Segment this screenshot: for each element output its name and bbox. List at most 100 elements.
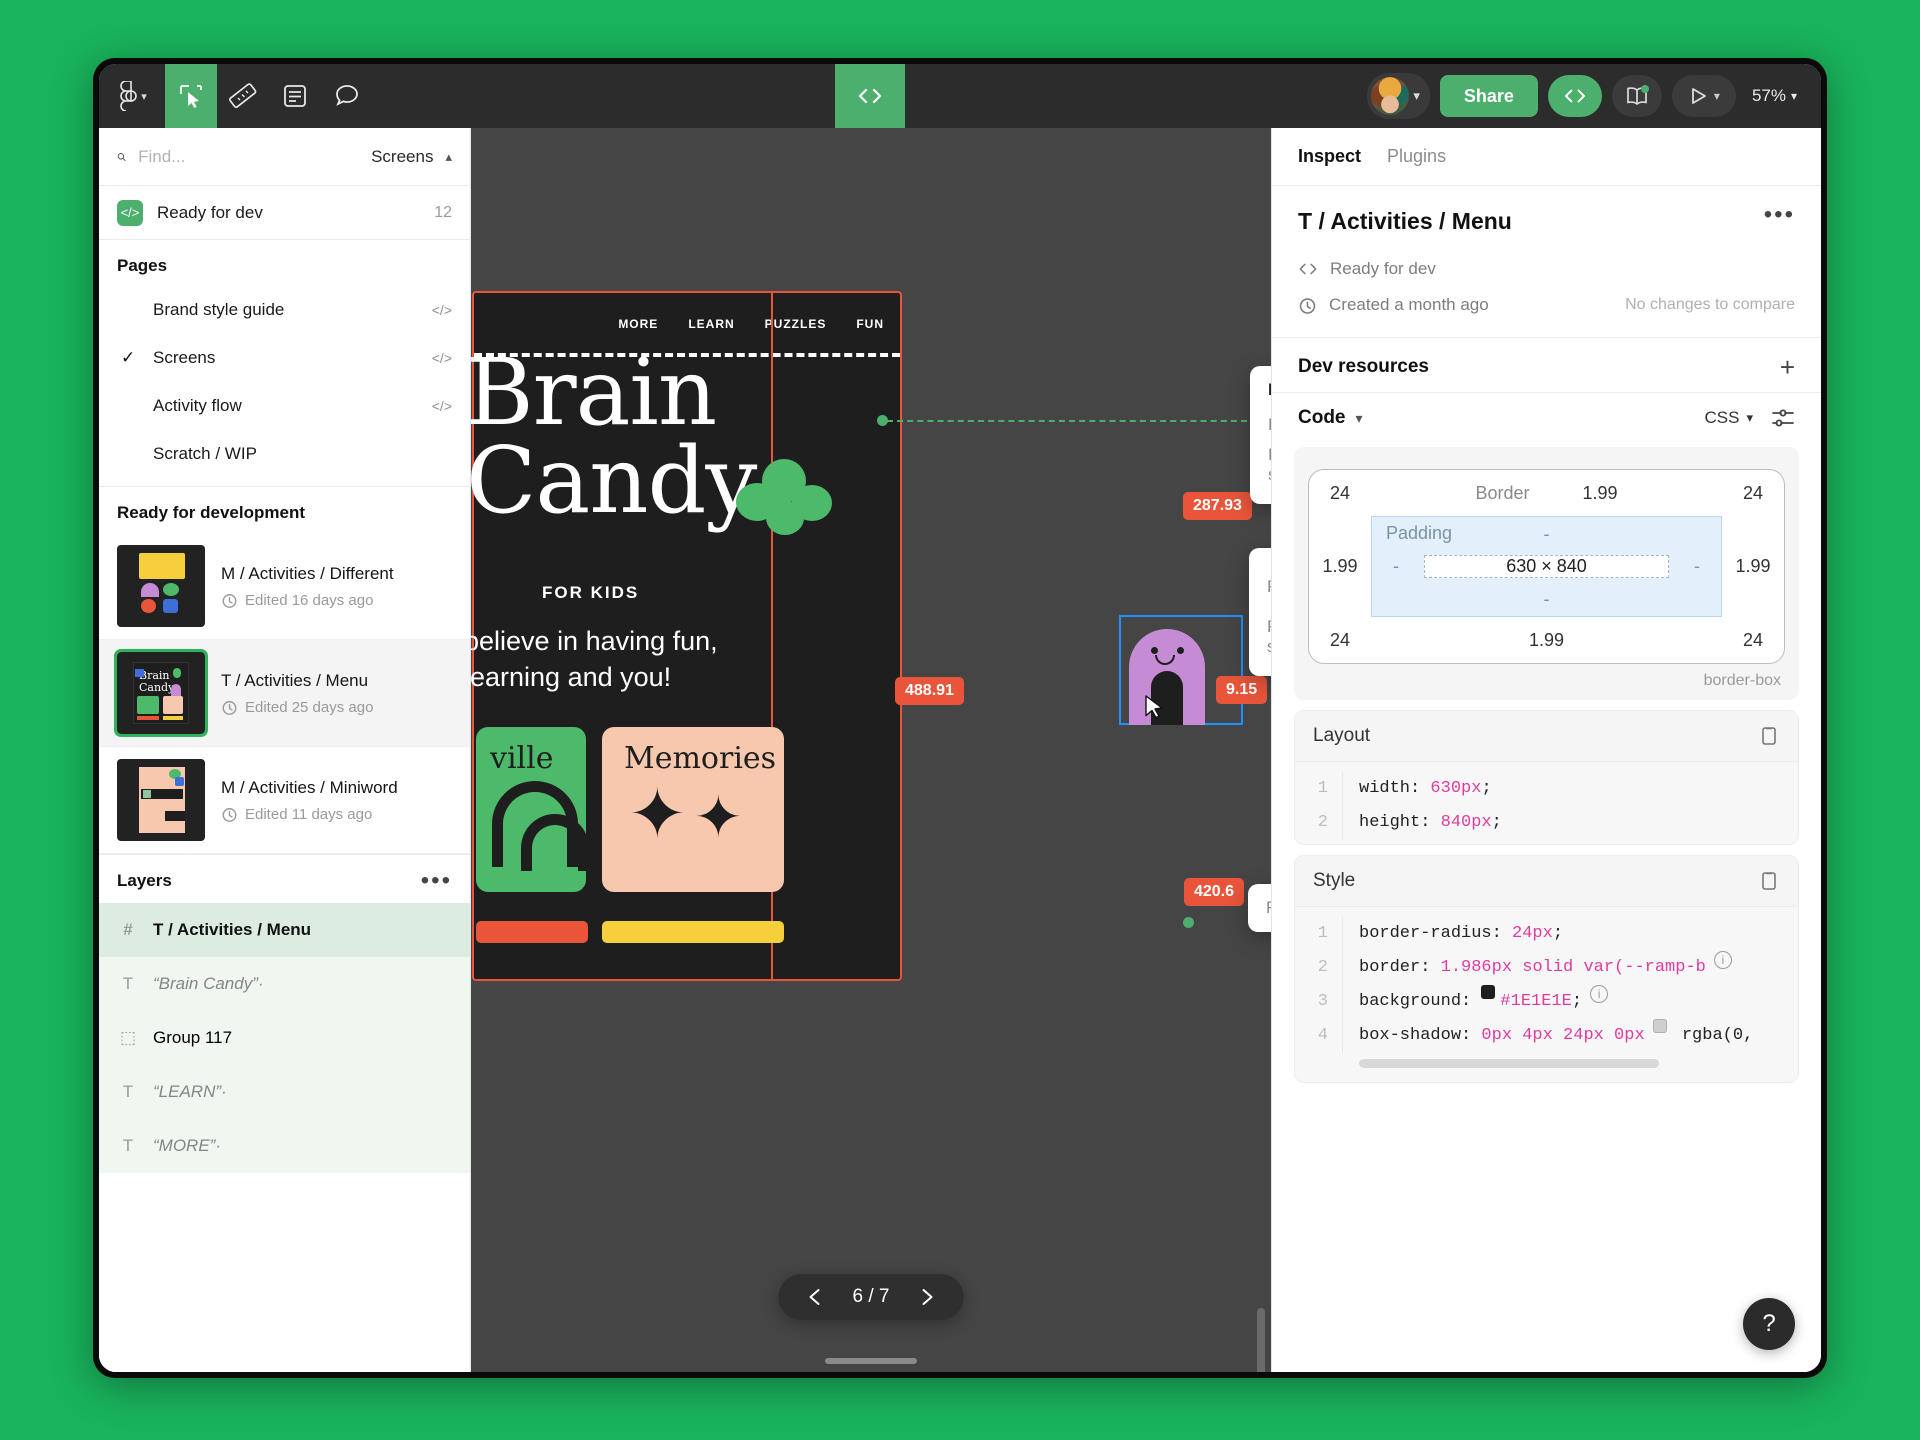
- page-item-activity-flow[interactable]: Activity flow </>: [99, 382, 470, 430]
- inspect-panel: Inspect Plugins T / Activities / Menu ••…: [1271, 128, 1821, 1372]
- code-value: 0px 4px 24px 0px: [1481, 1026, 1645, 1045]
- clipboard-icon: [1762, 727, 1776, 745]
- copy-button[interactable]: [1758, 870, 1780, 892]
- inspect-tabs: Inspect Plugins: [1272, 128, 1821, 186]
- comment-tool-button[interactable]: [321, 64, 373, 128]
- code-tail: ;: [1481, 779, 1492, 798]
- code-header-actions: CSS ▾: [1705, 408, 1796, 428]
- meta-text: Ready for dev: [1330, 259, 1436, 278]
- figma-logo-button[interactable]: ▾: [99, 64, 165, 128]
- layout-code-block: Layout 1 width: 630px; 2 height: 840px;: [1294, 710, 1799, 845]
- code-settings-button[interactable]: [1771, 408, 1795, 428]
- layers-more-button[interactable]: •••: [421, 868, 452, 893]
- tile-ville[interactable]: ville: [476, 727, 589, 892]
- file-name: M / Activities / Miniword: [221, 777, 398, 797]
- code-language-select[interactable]: CSS ▾: [1705, 408, 1754, 428]
- tab-plugins[interactable]: Plugins: [1387, 146, 1446, 167]
- pager-prev-button[interactable]: [805, 1286, 827, 1308]
- pager-label: 6 / 7: [852, 1286, 890, 1307]
- add-dev-resource-button[interactable]: +: [1780, 354, 1795, 380]
- selection-box[interactable]: [1119, 615, 1243, 725]
- border-right-value: 1.99: [1735, 556, 1771, 576]
- page-label: Scratch / WIP: [153, 444, 257, 463]
- info-icon[interactable]: i: [1590, 985, 1609, 1003]
- code-icon: </>: [431, 302, 452, 318]
- meta-ready-for-dev: Ready for dev: [1298, 251, 1795, 287]
- chevron-down-icon[interactable]: ▾: [1356, 410, 1363, 427]
- corner-bottom-left: 24: [1329, 629, 1351, 650]
- layout-code-body[interactable]: 1 width: 630px; 2 height: 840px;: [1295, 762, 1798, 844]
- dev-mode-button[interactable]: [1547, 75, 1602, 117]
- layer-row-brain-candy[interactable]: T “Brain Candy”·: [99, 957, 470, 1011]
- layers-header: Layers •••: [99, 854, 470, 903]
- code-language-value: CSS: [1704, 408, 1740, 427]
- ready-for-dev-count: 12: [434, 203, 452, 221]
- frame-nav: MORE LEARN PUZZLES FUN: [618, 317, 884, 331]
- box-model-diagram: 24 Border 1.99 24 1.99 Padding - - 630 ×…: [1294, 447, 1799, 700]
- style-code-body[interactable]: 1 border-radius: 24px; 2 border: 1.986px s…: [1295, 907, 1798, 1082]
- search-scope-label[interactable]: Screens: [371, 147, 433, 167]
- help-button[interactable]: ?: [1743, 1298, 1795, 1350]
- notification-dot: [1640, 85, 1649, 93]
- border-label: Border 1.99: [1475, 482, 1618, 503]
- measure-tool-button[interactable]: [217, 64, 269, 128]
- code-icon: [859, 88, 882, 104]
- layer-row-group-117[interactable]: ⬚ Group 117: [99, 1011, 470, 1065]
- share-button[interactable]: Share: [1439, 75, 1538, 117]
- code-horizontal-scrollbar[interactable]: [1359, 1059, 1659, 1068]
- more-options-button[interactable]: •••: [1764, 202, 1795, 227]
- annotate-tool-button[interactable]: [269, 64, 321, 128]
- file-edited: Edited 25 days ago: [221, 699, 452, 716]
- ready-for-dev-label: Ready for dev: [157, 202, 263, 222]
- present-button[interactable]: ▾: [1671, 75, 1736, 117]
- layer-row-learn[interactable]: T “LEARN”·: [99, 1065, 470, 1119]
- design-frame[interactable]: MORE LEARN PUZZLES FUN Brain Candy FOR K…: [471, 291, 902, 981]
- code-prop: width:: [1359, 779, 1431, 798]
- border-value: 1.99: [1582, 482, 1618, 503]
- tile-memories[interactable]: Memories ✦ ✦: [602, 727, 784, 892]
- layer-row-frame[interactable]: # T / Activities / Menu: [99, 903, 470, 957]
- page-item-scratch-wip[interactable]: Scratch / WIP: [99, 430, 470, 478]
- ready-for-dev-row[interactable]: </> Ready for dev 12: [99, 186, 470, 240]
- zoom-level-control[interactable]: 57% ▾: [1746, 86, 1803, 106]
- pager-next-button[interactable]: [915, 1286, 937, 1308]
- page-item-screens[interactable]: ✓ Screens </>: [99, 334, 470, 382]
- zoom-level-value: 57%: [1751, 86, 1786, 105]
- search-input[interactable]: [138, 146, 360, 167]
- page-label: Activity flow: [153, 396, 242, 415]
- chevron-up-icon[interactable]: ▴: [445, 149, 452, 165]
- code-title: Code: [1298, 407, 1346, 428]
- user-avatar-menu[interactable]: ▾: [1367, 73, 1430, 119]
- measure-badge-420: 420.6: [1184, 878, 1245, 906]
- play-icon: [1692, 88, 1706, 104]
- info-icon[interactable]: i: [1713, 951, 1732, 969]
- toolbar-left-group: ▾: [99, 64, 373, 128]
- chevron-down-icon: ▾: [1790, 89, 1797, 103]
- copy-button[interactable]: [1758, 725, 1780, 747]
- chevron-down-icon: ▾: [1413, 88, 1420, 103]
- code-line: 1 border-radius: 24px;: [1295, 917, 1798, 951]
- meta-extra: No changes to compare: [1625, 296, 1795, 313]
- layer-label: T / Activities / Menu: [153, 920, 312, 939]
- file-item-miniword[interactable]: M / Activities / Miniword Edited 11 days…: [99, 747, 470, 854]
- layer-row-more[interactable]: T “MORE”·: [99, 1119, 470, 1173]
- file-meta: M / Activities / Miniword Edited 11 days…: [221, 778, 452, 823]
- design-canvas[interactable]: </> MORE LEARN PUZZLES FUN Brain Candy F…: [471, 128, 1271, 1372]
- brand-title: Brain Candy: [471, 346, 757, 527]
- library-button[interactable]: [1611, 75, 1662, 117]
- element-size: 630 × 840: [1424, 555, 1669, 578]
- tab-inspect[interactable]: Inspect: [1298, 146, 1361, 167]
- move-tool-button[interactable]: [165, 64, 217, 128]
- code-value: 1.986px solid var(--ramp-b: [1440, 958, 1706, 977]
- file-item-menu[interactable]: Brain Candy T / Activities / Menu Edited…: [99, 640, 470, 747]
- layers-list: # T / Activities / Menu T “Brain Candy”·…: [99, 903, 470, 1372]
- sparkle-icon: ✦: [694, 785, 743, 850]
- chevron-left-icon: [809, 1289, 820, 1305]
- file-item-different[interactable]: M / Activities / Different Edited 16 day…: [99, 533, 470, 640]
- dev-mode-toggle-center[interactable]: [835, 64, 906, 128]
- page-item-brand-style-guide[interactable]: Brand style guide </>: [99, 286, 470, 334]
- box-model-padding-box: Padding - - 630 × 840 - -: [1371, 516, 1722, 617]
- cursor-select-icon: [180, 85, 202, 108]
- code-icon: </>: [431, 350, 452, 366]
- canvas-scrollbar[interactable]: [1257, 1308, 1265, 1372]
